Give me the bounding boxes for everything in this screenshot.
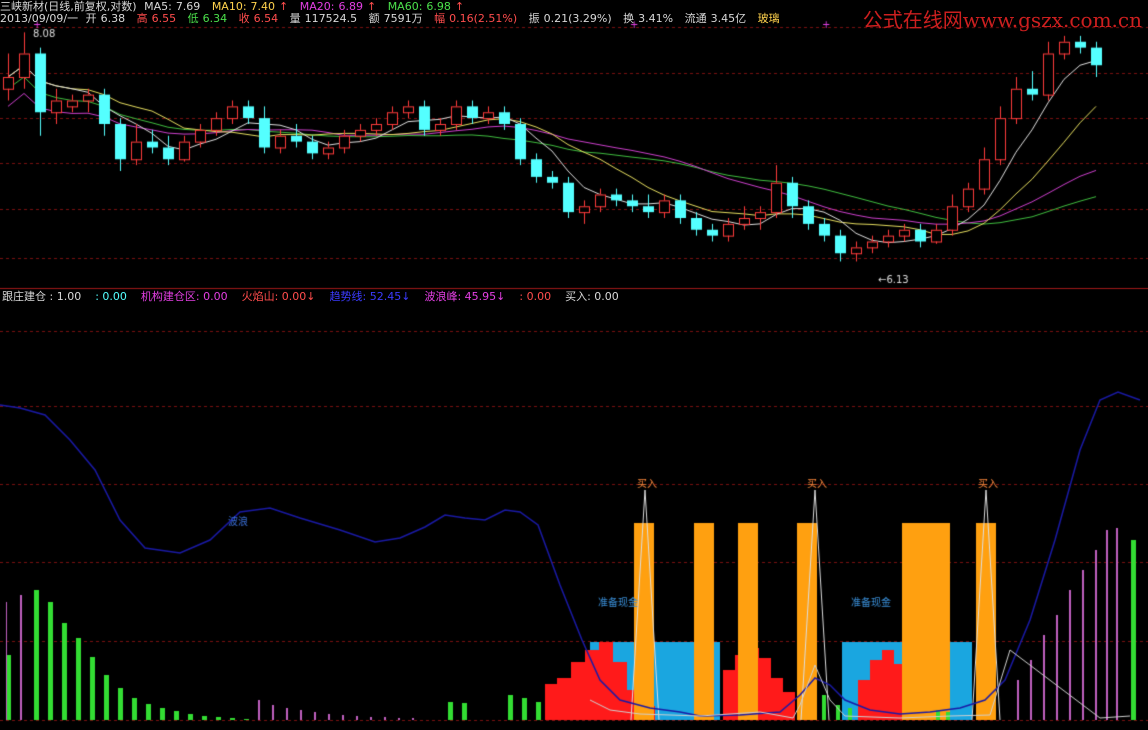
amp-label: 振 <box>528 12 540 25</box>
indicator-item-0: 跟庄建仓 : 1.00 <box>2 290 82 303</box>
indicator-item-6: : 0.00 <box>519 290 552 303</box>
close-value: 6.54 <box>253 12 279 25</box>
indicator-item-1: : 0.00 <box>95 290 127 303</box>
stock-chart-canvas[interactable] <box>0 0 1148 730</box>
vol-value: 117524.5 <box>304 12 358 25</box>
low-label: 低 <box>187 12 199 25</box>
indicator-item-4: 趋势线: 52.45↓ <box>329 290 411 303</box>
open-label: 开 <box>85 12 97 25</box>
amt-label: 额 <box>368 12 380 25</box>
indicator-item-2: 机构建仓区: 0.00 <box>140 290 228 303</box>
open-value: 6.38 <box>100 12 126 25</box>
sector-label: 玻璃 <box>757 12 780 25</box>
turn-label: 换 <box>623 12 635 25</box>
high-label: 高 <box>136 12 148 25</box>
amt-value: 7591万 <box>383 12 423 25</box>
chart-header-quote: 2013/09/09/一 开 6.38 高 6.55 低 6.34 收 6.54 量 11… <box>0 12 784 26</box>
float-label: 流通 <box>684 12 707 25</box>
float-value: 3.45亿 <box>710 12 747 25</box>
vol-label: 量 <box>289 12 301 25</box>
low-value: 6.34 <box>202 12 228 25</box>
indicator-item-7: 买入: 0.00 <box>565 290 619 303</box>
quote-date: 2013/09/09/一 <box>0 12 79 25</box>
chg-label: 幅 <box>434 12 446 25</box>
turn-value: 3.41% <box>638 12 674 25</box>
indicator-item-3: 火焰山: 0.00↓ <box>241 290 316 303</box>
high-value: 6.55 <box>151 12 177 25</box>
indicator-header: 跟庄建仓 : 1.00 : 0.00 机构建仓区: 0.00 火焰山: 0.00↓ 趋势… <box>2 290 633 304</box>
indicator-item-5: 波浪峰: 45.95↓ <box>424 290 506 303</box>
chg-value: 0.16(2.51%) <box>449 12 518 25</box>
watermark: 公式在线网www.gszx.com.cn <box>862 8 1142 32</box>
close-label: 收 <box>238 12 250 25</box>
amp-value: 0.21(3.29%) <box>543 12 612 25</box>
